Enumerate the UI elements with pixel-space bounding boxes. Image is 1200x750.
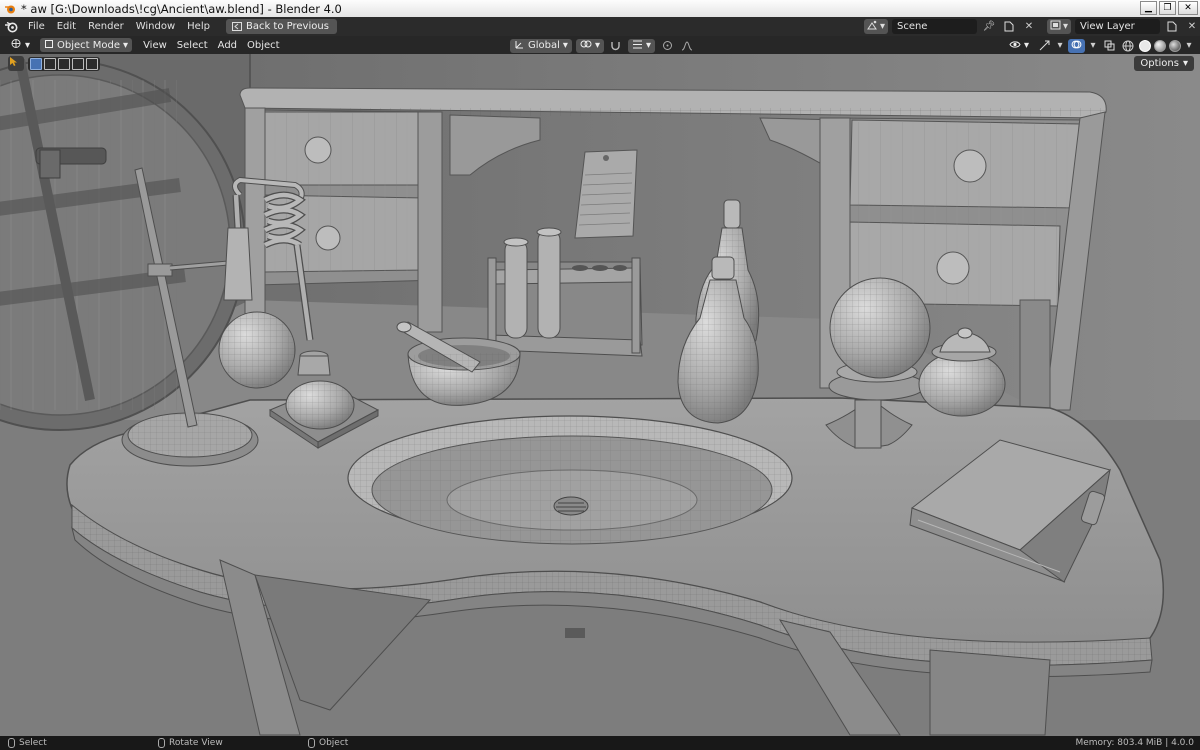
transform-orientation-dropdown[interactable]: Global ▾ [510, 38, 572, 53]
viewport-scene [0, 54, 1200, 736]
snap-target-dropdown[interactable]: ▾ [627, 38, 655, 53]
status-bar: Select Rotate View Object Memory: 803.4 … [0, 736, 1200, 750]
chevron-down-icon: ▾ [1182, 58, 1188, 69]
memory-readout: Memory: 803.4 MiB | 4.0.0 [1075, 738, 1194, 748]
options-label: Options [1140, 58, 1179, 69]
editor-type-dropdown[interactable]: ▾ [6, 38, 34, 52]
menu-file[interactable]: File [22, 17, 51, 36]
mouse-left-icon [8, 738, 15, 748]
status-select-label: Select [19, 738, 47, 748]
delete-view-layer-icon[interactable]: ✕ [1184, 19, 1200, 34]
blender-app-icon [3, 2, 17, 16]
chevron-down-icon: ▾ [562, 40, 568, 51]
chevron-down-icon: ▾ [123, 39, 129, 51]
select-intersect-icon[interactable] [86, 57, 98, 70]
menu-select[interactable]: Select [172, 40, 213, 51]
chevron-down-icon: ▾ [879, 21, 885, 32]
pivot-icon [580, 39, 592, 52]
blender-topbar: File Edit Render Window Help Back to Pre… [0, 17, 1200, 36]
select-subtract-icon[interactable] [58, 57, 70, 70]
pin-icon[interactable]: 📌︎ [981, 19, 997, 34]
chevron-down-icon[interactable]: ▾ [1184, 38, 1194, 53]
window-title: * aw [G:\Downloads\!cg\Ancient\aw.blend]… [21, 1, 342, 16]
mode-label: Object Mode [57, 39, 121, 51]
view-layer-name-field[interactable]: View Layer [1075, 19, 1160, 34]
scene-name-field[interactable]: Scene [891, 19, 977, 34]
status-rotate-label: Rotate View [169, 738, 223, 748]
falloff-icon[interactable] [679, 38, 695, 53]
visibility-dropdown[interactable]: ▾ [1005, 39, 1033, 53]
mode-dropdown[interactable]: Object Mode ▾ [40, 38, 133, 52]
viewport-tool-row [8, 56, 100, 71]
material-preview-icon[interactable] [1154, 39, 1166, 52]
wireframe-shading-icon[interactable] [1120, 38, 1136, 53]
increment-icon [632, 40, 643, 52]
overlays-toggle[interactable] [1068, 38, 1085, 53]
scene-browse-dropdown[interactable]: ▾ [863, 19, 888, 34]
menu-add[interactable]: Add [213, 40, 242, 51]
wall-note [574, 149, 638, 239]
select-set-icon[interactable] [30, 57, 42, 70]
chevron-down-icon: ▾ [594, 40, 600, 51]
pivot-point-dropdown[interactable]: ▾ [575, 38, 604, 53]
minimize-button[interactable]: ▁ [1140, 1, 1157, 15]
status-select: Select [8, 738, 158, 748]
menu-edit[interactable]: Edit [51, 17, 82, 36]
overlays-icon [1071, 39, 1082, 53]
object-mode-icon [44, 39, 54, 52]
delete-scene-icon[interactable]: ✕ [1021, 19, 1037, 34]
screen-back-icon [231, 22, 242, 31]
xray-toggle-icon[interactable] [1101, 38, 1117, 53]
eye-icon [1009, 40, 1021, 52]
window-titlebar: * aw [G:\Downloads\!cg\Ancient\aw.blend]… [0, 0, 1200, 17]
solid-shading-icon[interactable] [1139, 39, 1151, 52]
select-tool-button[interactable] [8, 56, 24, 71]
chevron-down-icon: ▾ [645, 40, 651, 51]
orientation-icon [514, 39, 525, 52]
chevron-down-icon: ▾ [1023, 40, 1029, 51]
orientation-label: Global [528, 40, 560, 51]
status-object: Object [308, 738, 348, 748]
status-rotate: Rotate View [158, 738, 308, 748]
menu-view[interactable]: View [138, 40, 172, 51]
scene-icon [867, 20, 878, 33]
back-to-previous-label: Back to Previous [245, 21, 329, 32]
chevron-down-icon: ▾ [1062, 21, 1068, 32]
new-view-layer-icon[interactable] [1164, 19, 1180, 34]
options-dropdown[interactable]: Options ▾ [1134, 56, 1194, 71]
scene-name: Scene [896, 21, 928, 32]
menu-object[interactable]: Object [242, 40, 285, 51]
gizmo-toggle-icon[interactable] [1036, 38, 1052, 53]
3d-viewport[interactable]: Options ▾ [0, 54, 1200, 736]
view-layer-icon [1050, 20, 1061, 33]
view-layer-browse-dropdown[interactable]: ▾ [1046, 19, 1071, 34]
select-invert-icon[interactable] [72, 57, 84, 70]
view-layer-name: View Layer [1080, 21, 1135, 32]
menu-render[interactable]: Render [82, 17, 130, 36]
selection-mode-group [28, 56, 100, 71]
chevron-down-icon[interactable]: ▾ [1055, 38, 1065, 53]
mouse-middle-icon [158, 738, 165, 748]
viewport-header: ▾ Object Mode ▾ View Select Add Object G… [0, 36, 1200, 54]
mouse-right-icon [308, 738, 315, 748]
chevron-down-icon: ▾ [25, 39, 31, 51]
back-to-previous-button[interactable]: Back to Previous [225, 19, 337, 34]
blender-window: * aw [G:\Downloads\!cg\Ancient\aw.blend]… [0, 0, 1200, 750]
3d-viewport-icon [10, 38, 22, 52]
chevron-down-icon[interactable]: ▾ [1088, 38, 1098, 53]
menu-window[interactable]: Window [130, 17, 181, 36]
close-button[interactable]: ✕ [1178, 1, 1198, 15]
cursor-arrow-icon [10, 57, 17, 66]
select-extend-icon[interactable] [44, 57, 56, 70]
new-scene-icon[interactable] [1001, 19, 1017, 34]
blender-logo-icon[interactable] [0, 17, 22, 36]
proportional-editing-icon[interactable] [659, 38, 675, 53]
status-object-label: Object [319, 738, 349, 748]
rendered-shading-icon[interactable] [1169, 39, 1181, 52]
maximize-button[interactable]: ❐ [1159, 1, 1176, 15]
menu-help[interactable]: Help [181, 17, 216, 36]
snap-icon[interactable] [608, 38, 624, 53]
